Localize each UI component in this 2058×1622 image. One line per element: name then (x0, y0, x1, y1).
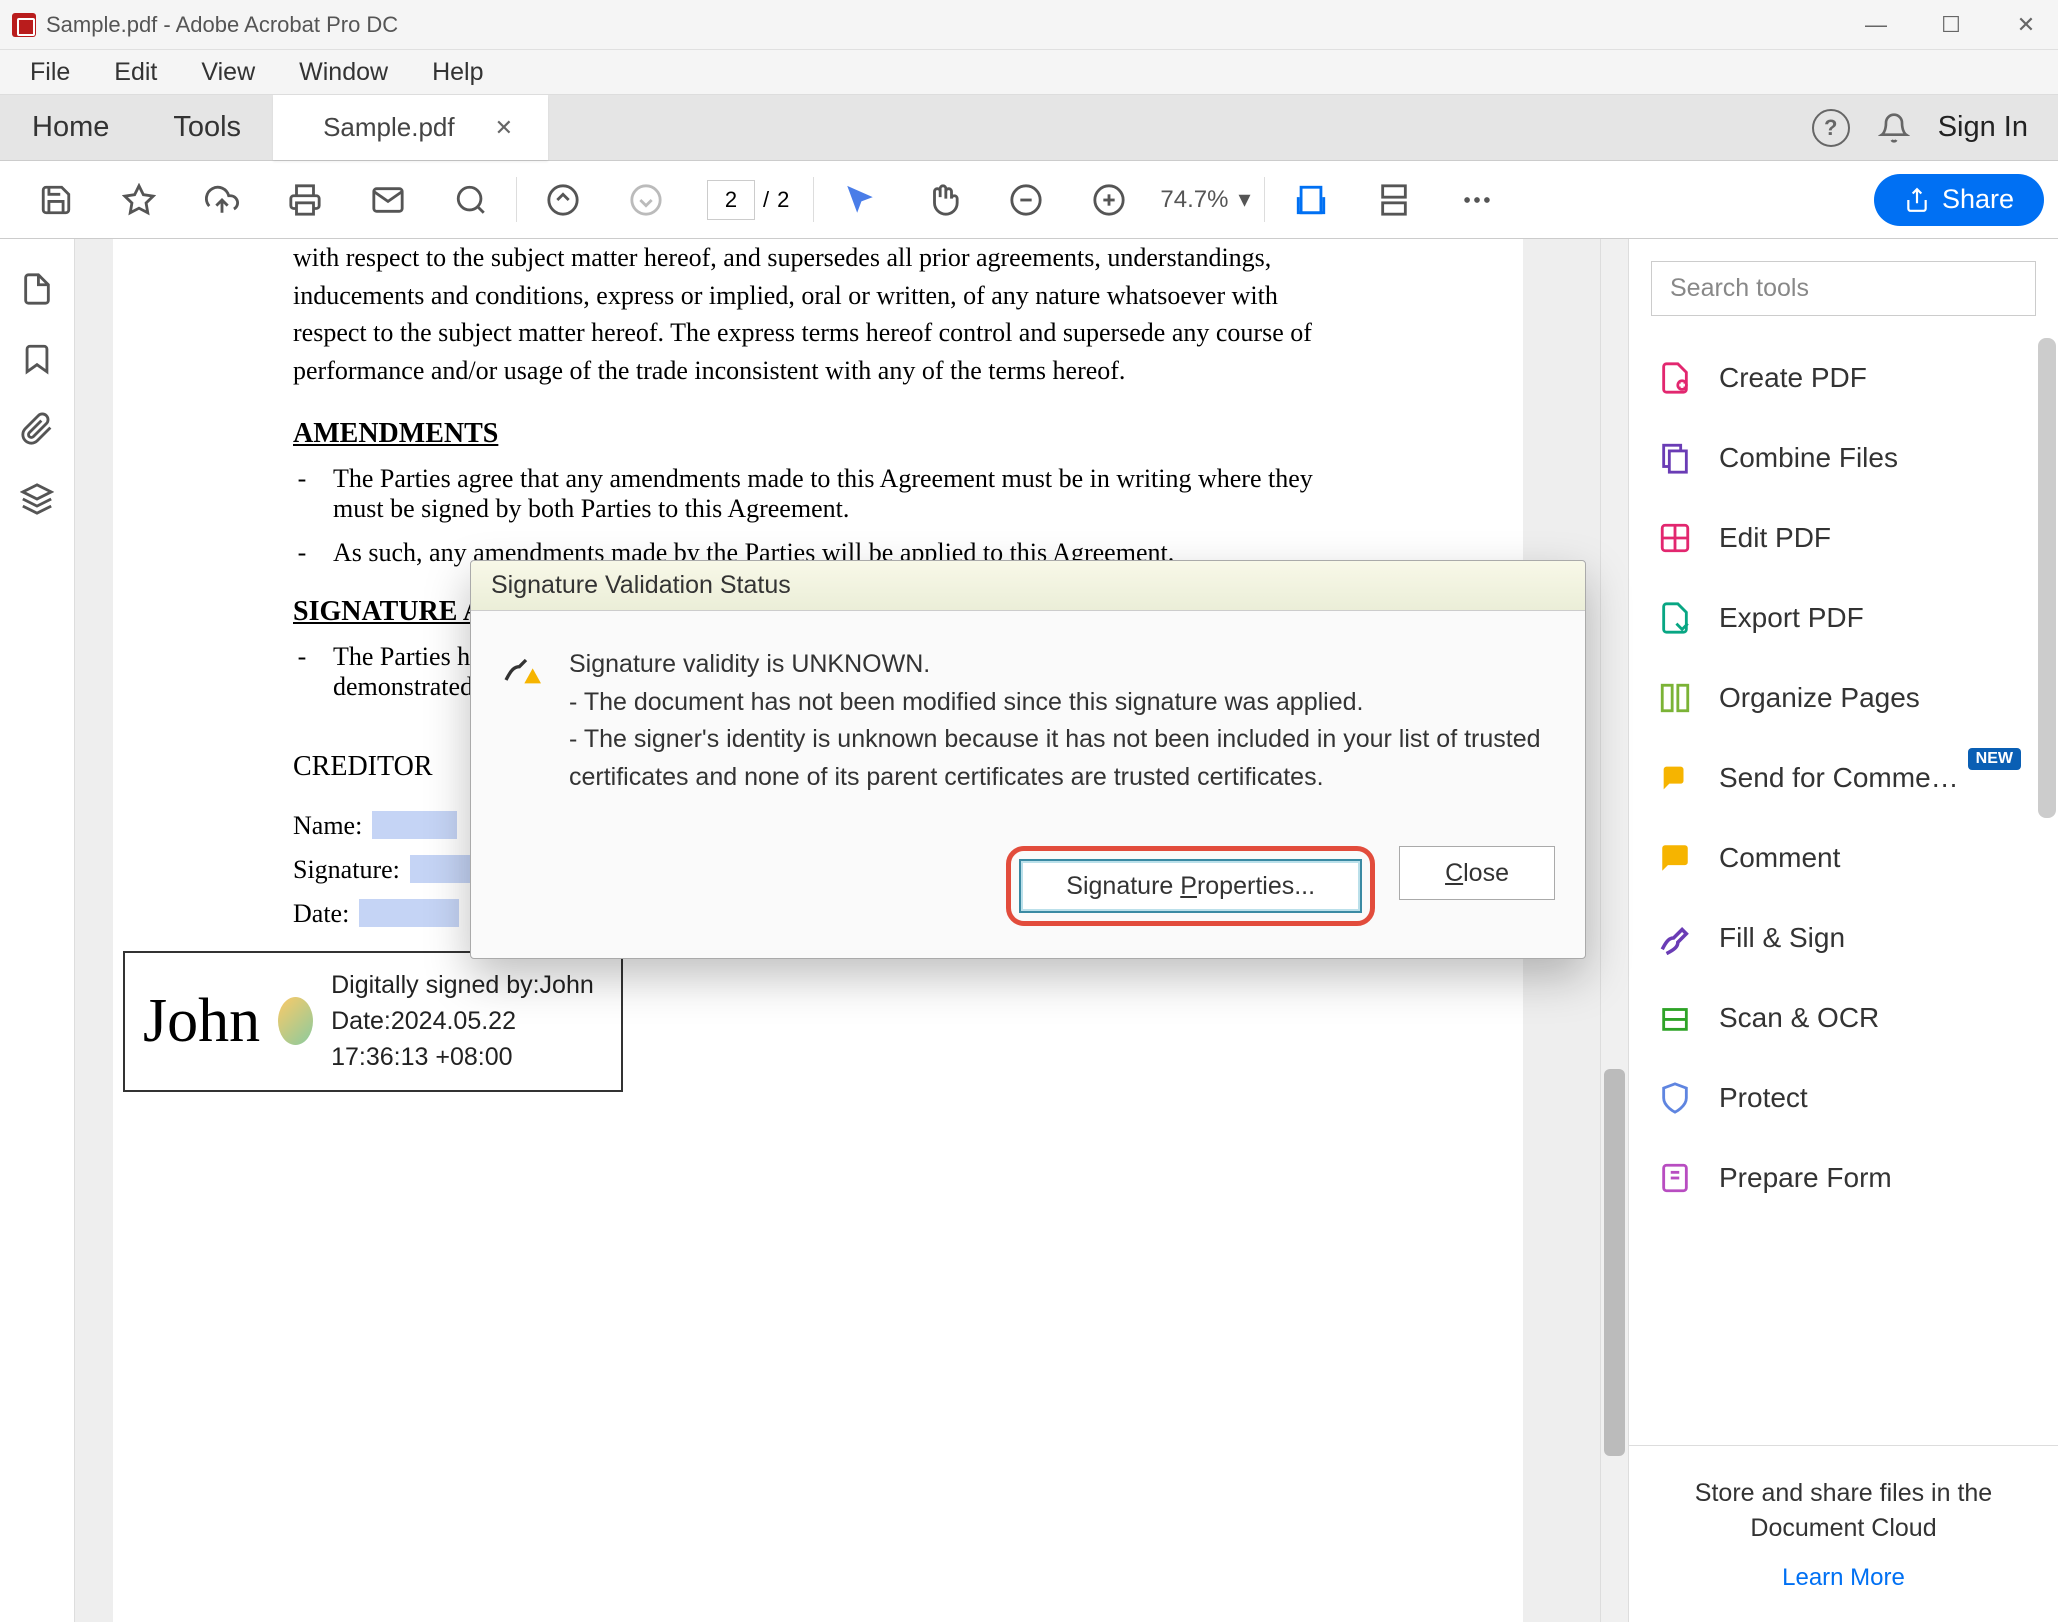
heading-amendments: AMENDMENTS (293, 418, 1343, 450)
search-icon[interactable] (443, 172, 498, 227)
chevron-down-icon: ▾ (1238, 185, 1250, 214)
scroll-mode-icon[interactable] (1366, 172, 1421, 227)
tool-edit-pdf[interactable]: Edit PDF (1629, 498, 2033, 578)
signature-properties-button[interactable]: Signature Properties... (1019, 859, 1362, 913)
field-date-label: Date: (293, 899, 349, 929)
tool-comment[interactable]: Comment (1629, 818, 2033, 898)
tab-close-icon[interactable]: ✕ (495, 115, 513, 141)
field-name-label: Name: (293, 811, 362, 841)
pages-thumbnail-icon[interactable] (17, 269, 57, 309)
page-sep: / (763, 187, 769, 213)
signature-badge-icon (278, 997, 313, 1045)
tools-scrollbar-thumb[interactable] (2038, 338, 2056, 818)
doc-intro: with respect to the subject matter hereo… (293, 239, 1343, 390)
tool-fill-sign[interactable]: Fill & Sign (1629, 898, 2033, 978)
sign-in-button[interactable]: Sign In (1938, 111, 2028, 144)
date-field[interactable] (359, 899, 459, 927)
page-up-icon[interactable] (535, 172, 590, 227)
save-icon[interactable] (28, 172, 83, 227)
tool-organize-pages[interactable]: Organize Pages (1629, 658, 2033, 738)
signature-date: Date:2024.05.22 17:36:13 +08:00 (331, 1003, 603, 1076)
signature-name: John (143, 986, 260, 1057)
close-window-button[interactable]: ✕ (2006, 5, 2046, 45)
menu-file[interactable]: File (12, 50, 88, 95)
name-field[interactable] (372, 811, 457, 839)
share-label: Share (1942, 184, 2014, 215)
tool-prepare-form[interactable]: Prepare Form (1629, 1138, 2033, 1218)
dialog-line3: - The signer's identity is unknown becau… (569, 721, 1555, 796)
field-signature-label: Signature: (293, 855, 400, 885)
signature-field[interactable] (410, 855, 470, 883)
app-icon (12, 13, 36, 37)
tool-protect[interactable]: Protect (1629, 1058, 2033, 1138)
menu-edit[interactable]: Edit (96, 50, 175, 95)
email-icon[interactable] (360, 172, 415, 227)
menu-window[interactable]: Window (281, 50, 406, 95)
dialog-title: Signature Validation Status (471, 561, 1585, 611)
bookmarks-icon[interactable] (17, 339, 57, 379)
layers-icon[interactable] (17, 479, 57, 519)
cloud-upload-icon[interactable] (194, 172, 249, 227)
signature-warning-icon (501, 650, 541, 690)
list-item: -The Parties agree that any amendments m… (293, 464, 1343, 524)
bell-icon[interactable] (1875, 109, 1913, 147)
tab-document[interactable]: Sample.pdf ✕ (273, 95, 548, 160)
page-input[interactable] (707, 180, 755, 220)
tab-home[interactable]: Home (0, 95, 141, 160)
tool-combine-files[interactable]: Combine Files (1629, 418, 2033, 498)
right-tools-panel: Search tools Create PDF Combine Files Ed… (1628, 239, 2058, 1622)
toolbar: / 2 74.7% ▾ Share (0, 161, 2058, 239)
maximize-button[interactable]: ☐ (1931, 5, 1971, 45)
learn-more-link[interactable]: Learn More (1664, 1564, 2023, 1592)
signature-signed-by: Digitally signed by:John (331, 967, 603, 1003)
search-tools-input[interactable]: Search tools (1651, 261, 2036, 316)
new-badge: NEW (1968, 748, 2021, 770)
select-tool-icon[interactable] (832, 172, 887, 227)
star-icon[interactable] (111, 172, 166, 227)
page-down-icon[interactable] (618, 172, 673, 227)
minimize-button[interactable]: — (1856, 5, 1896, 45)
dialog-line1: Signature validity is UNKNOWN. (569, 646, 1555, 684)
doc-scrollbar[interactable] (1600, 239, 1628, 1622)
highlight-annotation: Signature Properties... (1006, 846, 1375, 926)
window-title: Sample.pdf - Adobe Acrobat Pro DC (46, 12, 398, 38)
zoom-select[interactable]: 74.7% ▾ (1160, 185, 1250, 214)
menu-view[interactable]: View (183, 50, 273, 95)
tools-list: Create PDF Combine Files Edit PDF Export… (1629, 338, 2058, 1445)
page-total: 2 (777, 187, 789, 213)
hand-tool-icon[interactable] (915, 172, 970, 227)
help-icon[interactable]: ? (1812, 109, 1850, 147)
print-icon[interactable] (277, 172, 332, 227)
attachments-icon[interactable] (17, 409, 57, 449)
menu-help[interactable]: Help (414, 50, 501, 95)
zoom-value: 74.7% (1160, 186, 1228, 214)
cloud-footer-text: Store and share files in the Document Cl… (1664, 1476, 2023, 1546)
tab-bar: Home Tools Sample.pdf ✕ ? Sign In (0, 95, 2058, 161)
left-nav (0, 239, 75, 1622)
tab-tools[interactable]: Tools (141, 95, 273, 160)
menu-bar: File Edit View Window Help (0, 50, 2058, 95)
tool-scan-ocr[interactable]: Scan & OCR (1629, 978, 2033, 1058)
close-dialog-button[interactable]: Close (1399, 846, 1555, 900)
more-tools-icon[interactable] (1449, 172, 1504, 227)
zoom-out-icon[interactable] (998, 172, 1053, 227)
cloud-footer: Store and share files in the Document Cl… (1629, 1445, 2058, 1622)
tool-create-pdf[interactable]: Create PDF (1629, 338, 2033, 418)
dialog-line2: - The document has not been modified sin… (569, 684, 1555, 722)
tool-export-pdf[interactable]: Export PDF (1629, 578, 2033, 658)
zoom-in-icon[interactable] (1081, 172, 1136, 227)
share-button[interactable]: Share (1874, 174, 2044, 226)
titlebar: Sample.pdf - Adobe Acrobat Pro DC — ☐ ✕ (0, 0, 2058, 50)
digital-signature-box[interactable]: John Digitally signed by:John Date:2024.… (123, 951, 623, 1092)
signature-validation-dialog: Signature Validation Status Signature va… (470, 560, 1586, 959)
fit-width-icon[interactable] (1283, 172, 1338, 227)
page-indicator: / 2 (707, 180, 789, 220)
tab-document-label: Sample.pdf (323, 112, 455, 143)
doc-scrollbar-thumb[interactable] (1604, 1069, 1625, 1456)
tool-send-for-comments[interactable]: Send for Comme…NEW (1629, 738, 2033, 818)
